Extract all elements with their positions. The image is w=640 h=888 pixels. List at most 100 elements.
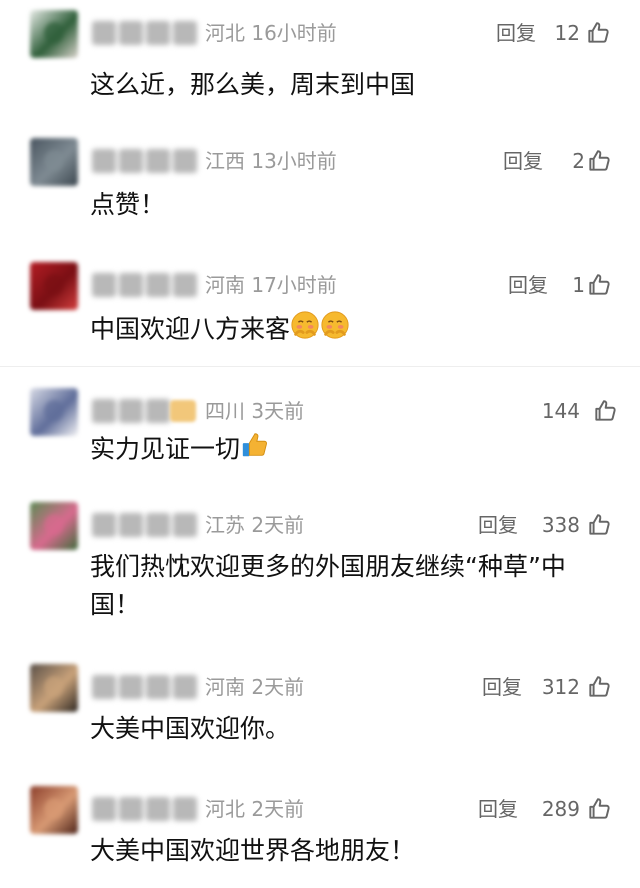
comment-text: 点赞！: [90, 186, 610, 224]
comment-time: 16小时前: [251, 21, 337, 45]
redacted-block: [173, 797, 197, 821]
comment-item[interactable]: 江西 13小时前 回复 2 点赞！: [0, 138, 640, 248]
redacted-block: [173, 513, 197, 537]
username-redacted[interactable]: [92, 146, 197, 176]
redacted-block: [146, 149, 170, 173]
username-redacted[interactable]: [92, 270, 197, 300]
comment-meta: 河北 2天前: [205, 796, 304, 822]
comment-item[interactable]: 河南 17小时前 回复 1 中国欢迎八方来客: [0, 262, 640, 372]
comment-text: 大美中国欢迎你。: [90, 710, 610, 748]
redacted-block: [92, 21, 116, 45]
avatar[interactable]: [30, 786, 78, 834]
comment-text: 大美中国欢迎世界各地朋友！: [90, 832, 610, 870]
like-count: 312: [541, 675, 580, 699]
avatar[interactable]: [30, 388, 78, 436]
comment-text: 中国欢迎八方来客: [90, 310, 610, 351]
comment-body: 大美中国欢迎你。: [90, 714, 291, 743]
comment-item[interactable]: 四川 3天前 144 实力见证一切: [0, 388, 640, 498]
comment-text: 我们热忱欢迎更多的外国朋友继续“种草”中 国！: [90, 548, 610, 624]
reply-button[interactable]: 回复: [482, 674, 522, 700]
redacted-block: [92, 513, 116, 537]
redacted-block: [92, 797, 116, 821]
reply-button[interactable]: 回复: [496, 20, 536, 46]
avatar[interactable]: [30, 262, 78, 310]
shy-face-emoji: [320, 310, 350, 351]
thumbs-up-icon[interactable]: [586, 272, 612, 298]
thumbs-up-emoji: [240, 430, 270, 471]
redacted-block: [173, 675, 197, 699]
like-count: 12: [554, 21, 580, 45]
avatar[interactable]: [30, 138, 78, 186]
avatar[interactable]: [30, 502, 78, 550]
redacted-block: [92, 675, 116, 699]
shy-face-emoji: [290, 310, 320, 351]
comment-text: 这么近，那么美，周末到中国: [90, 66, 610, 104]
redacted-block: [173, 273, 197, 297]
thumbs-up-icon[interactable]: [586, 674, 612, 700]
comment-item[interactable]: 河北 16小时前 回复 12 这么近，那么美，周末到中国: [0, 10, 640, 120]
redacted-block: [119, 149, 143, 173]
reply-button[interactable]: 回复: [478, 512, 518, 538]
redacted-block: [146, 513, 170, 537]
username-redacted[interactable]: [92, 510, 197, 540]
thumbs-up-icon[interactable]: [585, 20, 611, 46]
redacted-block: [146, 21, 170, 45]
comment-region: 河北: [205, 797, 245, 821]
comment-region: 河北: [205, 21, 245, 45]
comment-time: 2天前: [251, 797, 305, 821]
username-redacted[interactable]: [92, 18, 197, 48]
like-count: 338: [541, 513, 580, 537]
comment-text: 实力见证一切: [90, 430, 610, 471]
username-redacted[interactable]: [92, 672, 197, 702]
comment-region: 江苏: [205, 513, 245, 537]
avatar[interactable]: [30, 10, 78, 58]
redacted-block: [146, 797, 170, 821]
comment-item[interactable]: 江苏 2天前 回复 338 我们热忱欢迎更多的外国朋友继续“种草”中 国！: [0, 502, 640, 652]
redacted-block: [146, 399, 170, 423]
comment-body: 实力见证一切: [90, 434, 241, 464]
thumbs-up-icon[interactable]: [586, 512, 612, 538]
redacted-block: [119, 797, 143, 821]
comment-meta: 河南 2天前: [205, 674, 304, 700]
username-redacted[interactable]: [92, 396, 170, 426]
reply-button[interactable]: 回复: [508, 272, 548, 298]
thumbs-up-icon[interactable]: [586, 148, 612, 174]
redacted-block: [119, 21, 143, 45]
redacted-block: [119, 513, 143, 537]
comment-meta: 江苏 2天前: [205, 512, 304, 538]
comment-time: 3天前: [251, 399, 305, 423]
username-redacted[interactable]: [92, 794, 197, 824]
comment-time: 2天前: [251, 675, 305, 699]
comment-item[interactable]: 河南 2天前 回复 312 大美中国欢迎你。: [0, 664, 640, 774]
thumbs-up-icon[interactable]: [586, 796, 612, 822]
comment-region: 河南: [205, 273, 245, 297]
redacted-block: [92, 399, 116, 423]
redacted-block: [92, 149, 116, 173]
comment-body: 大美中国欢迎世界各地朋友！: [90, 836, 416, 865]
redacted-block: [92, 273, 116, 297]
comment-item[interactable]: 河北 2天前 回复 289 大美中国欢迎世界各地朋友！: [0, 786, 640, 886]
reply-button[interactable]: 回复: [503, 148, 543, 174]
comment-body: 中国欢迎八方来客: [90, 314, 291, 344]
redacted-block: [119, 675, 143, 699]
comment-body: 我们热忱欢迎更多的外国朋友继续“种草”中 国！: [90, 552, 566, 619]
comment-meta: 河南 17小时前: [205, 272, 337, 298]
redacted-block: [146, 675, 170, 699]
comment-meta: 四川 3天前: [205, 398, 304, 424]
like-count: 144: [541, 399, 580, 423]
comment-meta: 江西 13小时前: [205, 148, 337, 174]
thumbs-up-icon[interactable]: [592, 398, 618, 424]
redacted-block: [173, 149, 197, 173]
comment-time: 13小时前: [251, 149, 337, 173]
comment-body: 这么近，那么美，周末到中国: [90, 70, 416, 99]
comment-time: 2天前: [251, 513, 305, 537]
redacted-block: [119, 273, 143, 297]
reply-button[interactable]: 回复: [478, 796, 518, 822]
avatar[interactable]: [30, 664, 78, 712]
comment-region: 四川: [205, 399, 245, 423]
user-badge: [170, 400, 196, 422]
comment-meta: 河北 16小时前: [205, 20, 337, 46]
redacted-block: [146, 273, 170, 297]
like-count: 1: [572, 273, 585, 297]
comment-body: 点赞！: [90, 190, 166, 219]
